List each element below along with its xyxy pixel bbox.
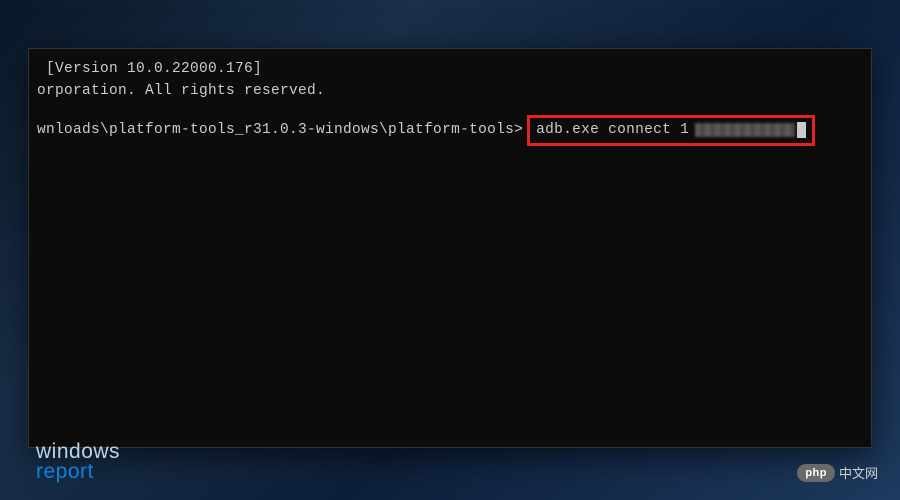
text-cursor (797, 122, 806, 138)
prompt-row: wnloads\platform-tools_r31.0.3-windows\p… (37, 115, 863, 147)
php-badge: php (797, 464, 835, 482)
redacted-ip (695, 123, 795, 137)
copyright-line: orporation. All rights reserved. (37, 81, 863, 103)
watermark-line1: windows (36, 442, 120, 462)
watermark-line2: report (36, 462, 120, 482)
command-prompt-window[interactable]: [Version 10.0.22000.176] orporation. All… (28, 48, 872, 448)
version-line: [Version 10.0.22000.176] (37, 59, 863, 81)
watermark-php-cn: php 中文网 (797, 463, 878, 482)
desktop-background: [Version 10.0.22000.176] orporation. All… (0, 0, 900, 500)
prompt-path: wnloads\platform-tools_r31.0.3-windows\p… (37, 120, 523, 142)
watermark-windows-report: windows report (36, 442, 120, 482)
command-highlight-box: adb.exe connect 1 (527, 115, 815, 147)
php-cn-text: 中文网 (839, 463, 878, 482)
command-text[interactable]: adb.exe connect 1 (536, 120, 689, 142)
